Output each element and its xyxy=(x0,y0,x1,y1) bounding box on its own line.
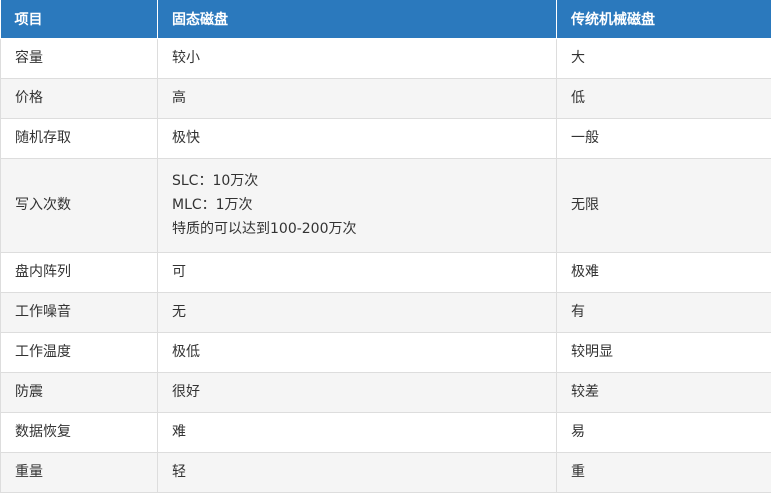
header-ssd: 固态磁盘 xyxy=(157,0,557,39)
cell-ssd-line: MLC：1万次 xyxy=(172,197,253,213)
cell-item: 价格 xyxy=(0,77,158,119)
comparison-table: 项目 固态磁盘 传统机械磁盘 容量 较小 大 价格 高 低 随机存取 极快 一般… xyxy=(0,0,771,493)
cell-item: 重量 xyxy=(0,451,158,493)
cell-item: 随机存取 xyxy=(0,117,158,159)
table-row: 价格 高 低 xyxy=(0,77,771,119)
cell-ssd: 很好 xyxy=(157,371,557,413)
cell-hdd: 无限 xyxy=(556,157,771,253)
header-hdd: 传统机械磁盘 xyxy=(556,0,771,39)
cell-ssd: 较小 xyxy=(157,37,557,79)
table-body: 容量 较小 大 价格 高 低 随机存取 极快 一般 写入次数 SLC：10万次 … xyxy=(0,37,771,493)
cell-item: 数据恢复 xyxy=(0,411,158,453)
cell-hdd: 大 xyxy=(556,37,771,79)
header-item: 项目 xyxy=(0,0,158,39)
cell-item: 盘内阵列 xyxy=(0,251,158,293)
table-row: 防震 很好 较差 xyxy=(0,371,771,413)
cell-item: 防震 xyxy=(0,371,158,413)
cell-item: 工作温度 xyxy=(0,331,158,373)
cell-hdd: 低 xyxy=(556,77,771,119)
cell-ssd: 可 xyxy=(157,251,557,293)
cell-item: 工作噪音 xyxy=(0,291,158,333)
cell-ssd: 轻 xyxy=(157,451,557,493)
table-row: 工作温度 极低 较明显 xyxy=(0,331,771,373)
table-row: 重量 轻 重 xyxy=(0,451,771,493)
table-row: 写入次数 SLC：10万次 MLC：1万次 特质的可以达到100-200万次 无… xyxy=(0,157,771,253)
table-header: 项目 固态磁盘 传统机械磁盘 xyxy=(0,0,771,39)
cell-ssd: 极低 xyxy=(157,331,557,373)
cell-hdd: 一般 xyxy=(556,117,771,159)
cell-ssd: SLC：10万次 MLC：1万次 特质的可以达到100-200万次 xyxy=(157,157,557,253)
cell-ssd-line: SLC：10万次 xyxy=(172,173,259,189)
table-row: 盘内阵列 可 极难 xyxy=(0,251,771,293)
cell-hdd: 较明显 xyxy=(556,331,771,373)
table-row: 随机存取 极快 一般 xyxy=(0,117,771,159)
table-row: 容量 较小 大 xyxy=(0,37,771,79)
cell-item: 容量 xyxy=(0,37,158,79)
table-row: 工作噪音 无 有 xyxy=(0,291,771,333)
cell-ssd: 高 xyxy=(157,77,557,119)
cell-hdd: 有 xyxy=(556,291,771,333)
cell-hdd: 较差 xyxy=(556,371,771,413)
cell-item: 写入次数 xyxy=(0,157,158,253)
cell-ssd: 难 xyxy=(157,411,557,453)
cell-hdd: 易 xyxy=(556,411,771,453)
table-row: 数据恢复 难 易 xyxy=(0,411,771,453)
header-row: 项目 固态磁盘 传统机械磁盘 xyxy=(0,0,771,39)
cell-hdd: 重 xyxy=(556,451,771,493)
cell-ssd: 极快 xyxy=(157,117,557,159)
cell-ssd-line: 特质的可以达到100-200万次 xyxy=(172,221,357,237)
cell-ssd: 无 xyxy=(157,291,557,333)
cell-hdd: 极难 xyxy=(556,251,771,293)
